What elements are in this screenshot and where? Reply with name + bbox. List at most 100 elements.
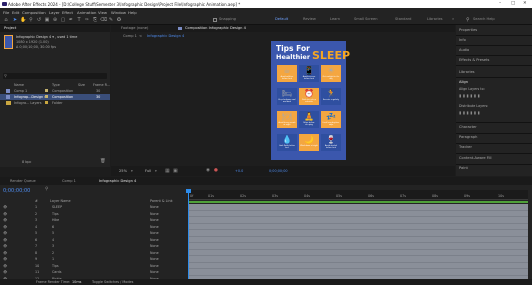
workspace-default[interactable]: Default <box>275 17 288 21</box>
eye-icon[interactable]: 👁 <box>3 205 7 209</box>
grid-icon[interactable]: ▦ <box>165 168 170 174</box>
parent-dropdown[interactable]: None <box>150 238 159 242</box>
rotate-tool-icon[interactable]: ↺ <box>36 17 42 23</box>
color-channel-icon[interactable]: ● <box>214 168 218 173</box>
roto-tool-icon[interactable]: ✎ <box>108 17 114 23</box>
search-help-input[interactable]: Search Help <box>473 17 495 21</box>
parent-dropdown[interactable]: None <box>150 231 159 235</box>
column-frame-rate[interactable]: Frame R... <box>93 83 110 87</box>
workspace-learn[interactable]: Learn <box>330 17 340 21</box>
snapping-checkbox[interactable] <box>213 18 217 22</box>
menu-animation[interactable]: Animation <box>77 10 96 15</box>
layer-name[interactable]: 2 <box>52 251 54 255</box>
layer-name[interactable]: 5 <box>52 231 54 235</box>
resolution-dropdown[interactable]: Full <box>145 169 151 173</box>
parent-dropdown[interactable]: None <box>150 270 159 274</box>
magnification-dropdown[interactable]: 25% <box>119 169 127 173</box>
current-time[interactable]: 0;00;00;00 <box>269 169 288 173</box>
panel-info[interactable]: Info <box>459 38 466 42</box>
eraser-tool-icon[interactable]: ⌫ <box>100 17 107 23</box>
tab-render-queue[interactable]: Render Queue <box>10 179 36 183</box>
time-ruler[interactable] <box>188 190 528 200</box>
menu-view[interactable]: View <box>98 10 107 15</box>
panel-content-aware-fill[interactable]: Content-Aware Fill <box>459 156 492 160</box>
region-icon[interactable]: ▣ <box>173 168 178 174</box>
layer-name[interactable]: 6 <box>52 225 54 229</box>
selection-tool-icon[interactable]: ➤ <box>12 17 18 23</box>
menu-file[interactable]: File <box>3 10 9 15</box>
maximize-icon[interactable]: □ <box>511 1 515 6</box>
panel-effects-presets[interactable]: Effects & Presets <box>459 58 489 62</box>
panel-tracker[interactable]: Tracker <box>459 145 472 149</box>
pen-tool-icon[interactable]: ✒ <box>68 17 74 23</box>
puppet-tool-icon[interactable]: ✪ <box>116 17 122 23</box>
column-type[interactable]: Type <box>52 83 60 87</box>
menu-window[interactable]: Window <box>111 10 126 15</box>
eye-icon[interactable]: 👁 <box>3 244 7 248</box>
tab-project[interactable]: Project <box>4 26 16 30</box>
parent-dropdown[interactable]: None <box>150 205 159 209</box>
column-name[interactable]: Name <box>14 83 24 87</box>
close-icon[interactable]: ✕ <box>523 1 527 6</box>
align-buttons[interactable]: ▮▮▮▮▮▮ <box>459 93 481 98</box>
list-item[interactable]: Infograp...Design 4 Composition 30 <box>0 94 110 100</box>
search-icon[interactable]: ⚲ <box>466 17 470 23</box>
panel-audio[interactable]: Audio <box>459 48 469 52</box>
panel-paragraph[interactable]: Paragraph <box>459 135 477 139</box>
tab-composition[interactable]: Composition Infographic Design 4 <box>185 26 246 30</box>
workspace-overflow-icon[interactable]: » <box>452 17 454 21</box>
project-search-input[interactable]: ⚲ <box>3 73 107 79</box>
list-item[interactable]: Comp 1 Composition 30 <box>0 88 110 94</box>
panel-libraries[interactable]: Libraries <box>459 70 475 74</box>
layer-name[interactable]: Cards <box>52 270 61 274</box>
list-item[interactable]: Infogra... Layers Folder <box>0 100 110 106</box>
menu-help[interactable]: Help <box>128 10 137 15</box>
toggle-switches-modes[interactable]: Toggle Switches / Modes <box>92 280 133 284</box>
workspace-small-screen[interactable]: Small Screen <box>354 17 377 21</box>
eye-icon[interactable]: 👁 <box>3 225 7 229</box>
hand-tool-icon[interactable]: ✋ <box>20 17 26 23</box>
clone-tool-icon[interactable]: ⎘ <box>92 17 98 23</box>
menu-layer[interactable]: Layer <box>49 10 60 15</box>
playhead-handle[interactable] <box>186 189 191 193</box>
parent-dropdown[interactable]: None <box>150 225 159 229</box>
camera-tool-icon[interactable]: ▣ <box>44 17 50 23</box>
distribute-buttons[interactable]: ▮▮▮▮▮▮ <box>459 110 481 115</box>
parent-dropdown[interactable]: None <box>150 244 159 248</box>
tab-infographic-design-4[interactable]: Infographic Design 4 <box>99 179 136 183</box>
layer-name[interactable]: 4 <box>52 238 54 242</box>
parent-dropdown[interactable]: None <box>150 212 159 216</box>
panel-character[interactable]: Character <box>459 125 477 129</box>
exposure-value[interactable]: +0.0 <box>235 169 243 173</box>
layer-name[interactable]: SLEEP <box>52 205 62 209</box>
layer-name[interactable]: Tips <box>52 264 59 268</box>
brush-tool-icon[interactable]: ✑ <box>84 17 90 23</box>
eye-icon[interactable]: 👁 <box>3 212 7 216</box>
panel-paint[interactable]: Paint <box>459 166 468 170</box>
current-time-display[interactable]: 0;00;00;00 <box>3 188 30 194</box>
workspace-libraries[interactable]: Libraries <box>427 17 443 21</box>
parent-dropdown[interactable]: None <box>150 251 159 255</box>
layer-name[interactable]: Hike <box>52 218 59 222</box>
eye-icon[interactable]: 👁 <box>3 218 7 222</box>
trash-icon[interactable]: 🗑 <box>100 159 106 164</box>
parent-dropdown[interactable]: None <box>150 218 159 222</box>
layer-name[interactable]: 1 <box>52 257 54 261</box>
playhead[interactable] <box>188 190 189 282</box>
panel-properties[interactable]: Properties <box>459 28 477 32</box>
layer-name[interactable]: 3 <box>52 244 54 248</box>
breadcrumb-comp-1[interactable]: Comp 1 <box>123 34 137 38</box>
menu-effect[interactable]: Effect <box>62 10 73 15</box>
work-area-bar[interactable] <box>188 201 528 203</box>
parent-dropdown[interactable]: None <box>150 257 159 261</box>
column-size[interactable]: Size <box>78 83 85 87</box>
footage-tab[interactable]: Footage (none) <box>121 26 148 30</box>
eye-icon[interactable]: 👁 <box>3 264 7 268</box>
shape-tool-icon[interactable]: ▢ <box>60 17 66 23</box>
layer-name[interactable]: Tips <box>52 212 59 216</box>
panel-align[interactable]: Align <box>459 80 468 84</box>
tab-comp-1[interactable]: Comp 1 <box>62 179 76 183</box>
zoom-tool-icon[interactable]: ⚲ <box>28 17 34 23</box>
eye-icon[interactable]: 👁 <box>3 238 7 242</box>
workspace-standard[interactable]: Standard <box>395 17 411 21</box>
